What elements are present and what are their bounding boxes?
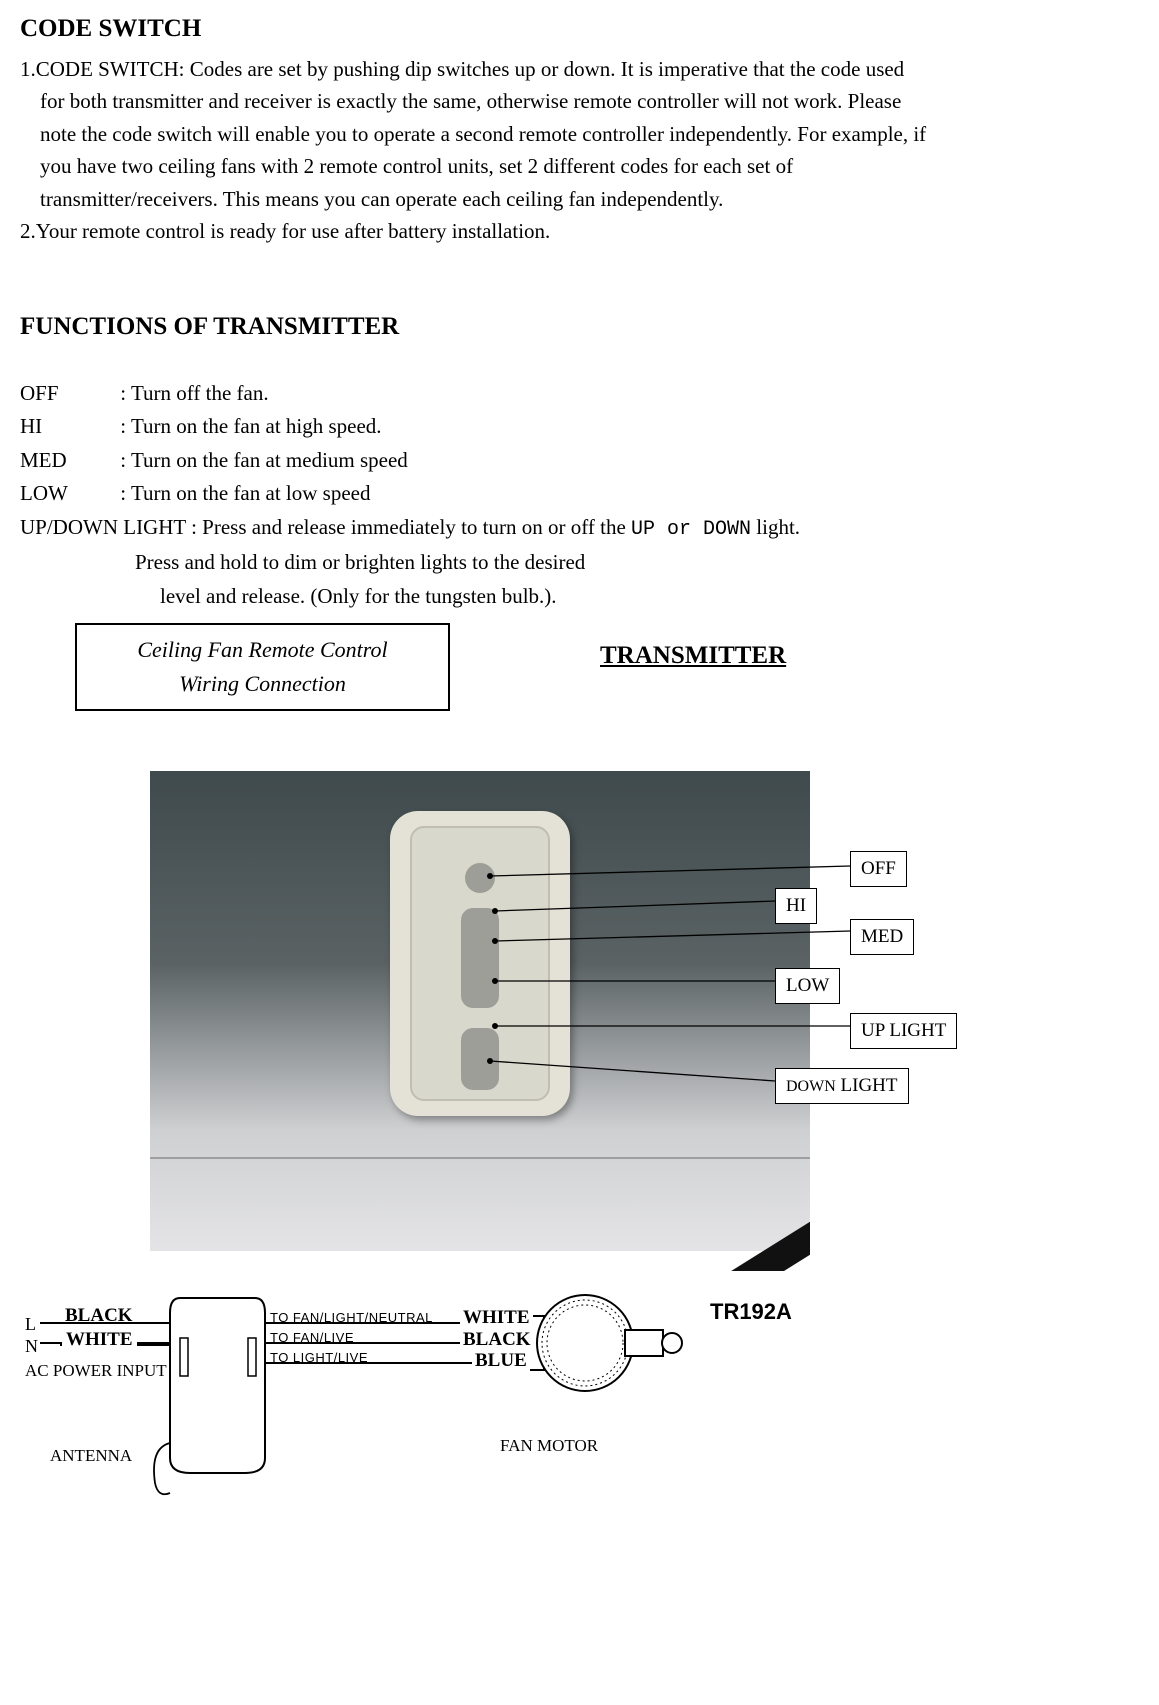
- wire-desc-neutral: TO FAN/LIGHT/NEUTRAL: [270, 1308, 433, 1328]
- label-antenna: ANTENNA: [50, 1443, 132, 1469]
- code-switch-item1-line5: transmitter/receivers. This means you ca…: [20, 183, 1139, 216]
- code-switch-item1-line1: 1.CODE SWITCH: Codes are set by pushing …: [20, 53, 1139, 86]
- remote-body: [390, 811, 570, 1116]
- functions-list: OFF : Turn off the fan. HI : Turn on the…: [20, 377, 1139, 612]
- code-switch-item1-line2: for both transmitter and receiver is exa…: [20, 85, 1139, 118]
- remote-button-speed-rocker: [461, 908, 499, 1008]
- heading-transmitter: TRANSMITTER: [600, 637, 786, 676]
- wire-desc-fan-live: TO FAN/LIVE: [270, 1328, 354, 1348]
- func-updown-line3: level and release. (Only for the tungste…: [20, 580, 1139, 613]
- func-updown-line2: Press and hold to dim or brighten lights…: [20, 546, 1139, 579]
- callout-hi: HI: [775, 888, 817, 923]
- wiring-title-line1: Ceiling Fan Remote Control: [87, 633, 438, 667]
- label-fan-motor: FAN MOTOR: [500, 1433, 598, 1459]
- func-med-val: : Turn on the fan at medium speed: [120, 448, 408, 472]
- callout-low: LOW: [775, 968, 840, 1003]
- heading-functions: FUNCTIONS OF TRANSMITTER: [20, 308, 1139, 347]
- remote-button-light-rocker: [461, 1028, 499, 1090]
- func-hi-val: : Turn on the fan at high speed.: [120, 414, 381, 438]
- photo-paper-edge: [150, 1157, 810, 1159]
- remote-button-off: [465, 863, 495, 893]
- callout-down-light: DOWN LIGHT: [775, 1068, 909, 1103]
- func-updown-lead: UP/DOWN LIGHT : Press and release immedi…: [20, 515, 631, 539]
- code-switch-item1-line4: you have two ceiling fans with 2 remote …: [20, 150, 1139, 183]
- remote-faceplate: [410, 826, 550, 1101]
- func-off-key: OFF: [20, 377, 115, 410]
- heading-code-switch: CODE SWITCH: [20, 10, 1139, 49]
- callout-down-light-small: DOWN: [786, 1078, 836, 1095]
- code-switch-item1-line3: note the code switch will enable you to …: [20, 118, 1139, 151]
- func-updown-tail: light.: [751, 515, 800, 539]
- code-switch-body: 1.CODE SWITCH: Codes are set by pushing …: [20, 53, 1139, 248]
- func-off-val: : Turn off the fan.: [120, 381, 268, 405]
- transmitter-photo-figure: OFF HI MED LOW UP LIGHT DOWN LIGHT: [20, 771, 1139, 1271]
- callout-off: OFF: [850, 851, 907, 886]
- callout-up-light: UP LIGHT: [850, 1013, 957, 1048]
- func-low-val: : Turn on the fan at low speed: [120, 481, 370, 505]
- terminal-N: N: [25, 1333, 38, 1361]
- func-med-key: MED: [20, 444, 115, 477]
- model-number: TR192A: [710, 1295, 792, 1329]
- func-updown-mono: UP or DOWN: [631, 518, 751, 541]
- wiring-title-line2: Wiring Connection: [87, 667, 438, 701]
- callout-down-light-big: LIGHT: [836, 1075, 898, 1096]
- callout-med: MED: [850, 919, 914, 954]
- label-ac-power-input: AC POWER INPUT: [25, 1358, 167, 1384]
- wiring-diagram: BLACK WHITE L N AC POWER INPUT ANTENNA T…: [20, 1283, 1139, 1503]
- wire-label-blue-right: BLUE: [472, 1346, 530, 1375]
- code-switch-item2: 2.Your remote control is ready for use a…: [20, 215, 1139, 248]
- func-hi-key: HI: [20, 410, 115, 443]
- wiring-title-box: Ceiling Fan Remote Control Wiring Connec…: [75, 623, 450, 711]
- func-low-key: LOW: [20, 477, 115, 510]
- wire-label-white-left: WHITE: [62, 1325, 137, 1354]
- wire-desc-light-live: TO LIGHT/LIVE: [270, 1348, 368, 1368]
